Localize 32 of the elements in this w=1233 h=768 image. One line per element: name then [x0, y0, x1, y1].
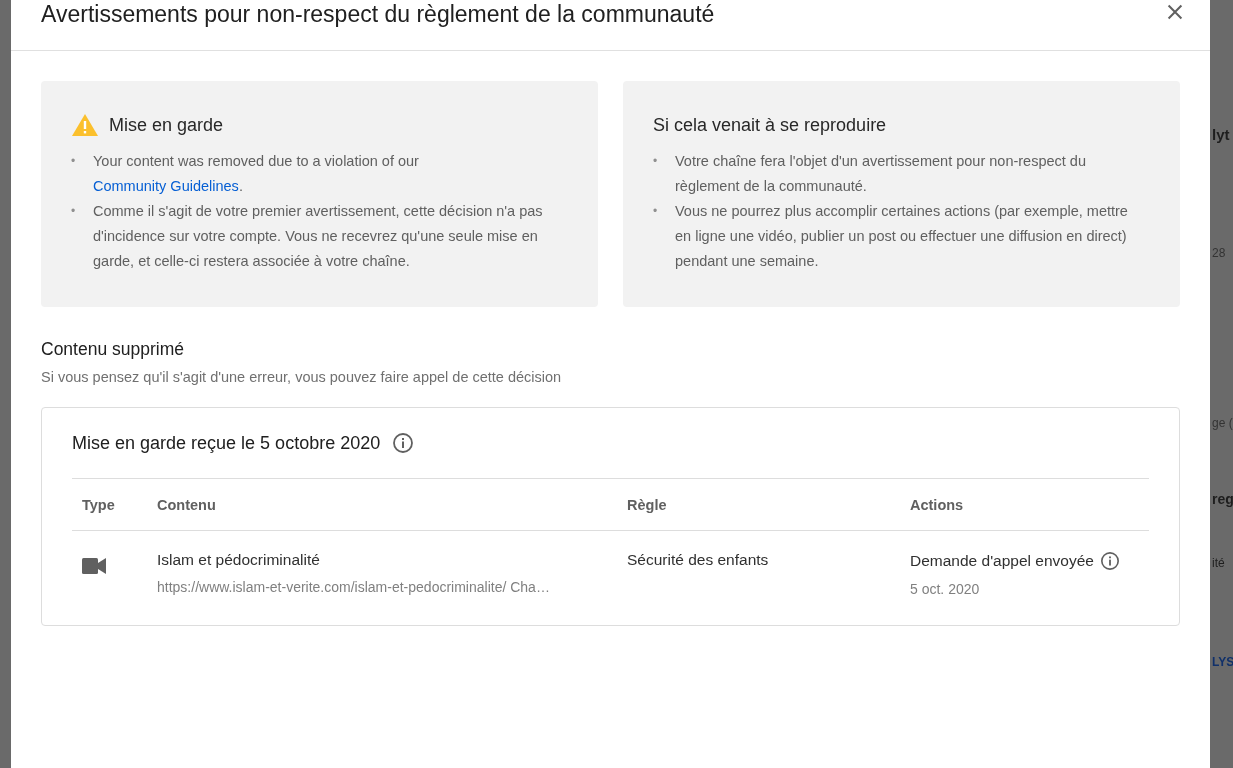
background-text-fragment: ité: [1212, 556, 1225, 570]
bullet-text: Your content was removed due to a violation of our Community Guidelines.: [93, 152, 420, 196]
appeal-status: Demande d'appel envoyée: [910, 552, 1094, 570]
column-header: Contenu: [157, 496, 217, 513]
card-title: Mise en garde: [109, 114, 224, 136]
appeal-date: 5 oct. 2020: [910, 581, 981, 597]
background-text-fragment: LYS: [1212, 655, 1233, 669]
content-url: https://www.islam-et-verite.com/islam-et-pedocriminalite/ Cha…: [157, 579, 551, 595]
section-subtitle: Si vous pensez qu'il s'agit d'une erreur, vous pouvez faire appel de cette décision: [41, 369, 563, 385]
info-icon[interactable]: [1099, 551, 1120, 571]
column-header: Actions: [910, 496, 965, 513]
video-camera-icon: [82, 558, 106, 574]
section-heading: Contenu supprimé: [41, 339, 185, 360]
bullet-marker: •: [653, 203, 659, 220]
bullet-marker: •: [653, 153, 659, 170]
bullet-marker: •: [71, 153, 77, 170]
bullet-text: Votre chaîne fera l'objet d'un avertissement pour non-respect du règlement de la communauté.: [675, 152, 1087, 196]
bullet-marker: •: [71, 203, 77, 220]
bullet-text: Comme il s'agit de votre premier avertissement, cette décision n'a pas d'incidence sur votre compte. Vous ne recevrez qu'une seule mise en garde, et celle-ci restera associée à votre chaîne.: [93, 202, 544, 271]
card-title: Si cela venait à se reproduire: [653, 114, 887, 136]
dialog-title: Avertissements pour non-respect du règlement de la communauté: [41, 1, 715, 27]
guidelines-link[interactable]: Community Guidelines: [93, 178, 239, 194]
info-icon[interactable]: [392, 432, 415, 454]
content-title[interactable]: Islam et pédocriminalité: [157, 551, 627, 569]
bullet-text: Vous ne pourrez plus accomplir certaines actions (par exemple, mettre en ligne une vidéo, publier un post ou effectuer une diffusion en direct) pendant une semaine.: [675, 202, 1129, 271]
background-text-fragment: lyt: [1212, 126, 1230, 143]
warning-icon: [71, 113, 99, 137]
background-text-fragment: reg: [1212, 491, 1233, 507]
column-header: Type: [82, 496, 116, 513]
rule-text: Sécurité des enfants: [627, 551, 770, 569]
column-header: Règle: [627, 496, 668, 513]
strike-title: Mise en garde reçue le 5 octobre 2020: [72, 432, 381, 454]
